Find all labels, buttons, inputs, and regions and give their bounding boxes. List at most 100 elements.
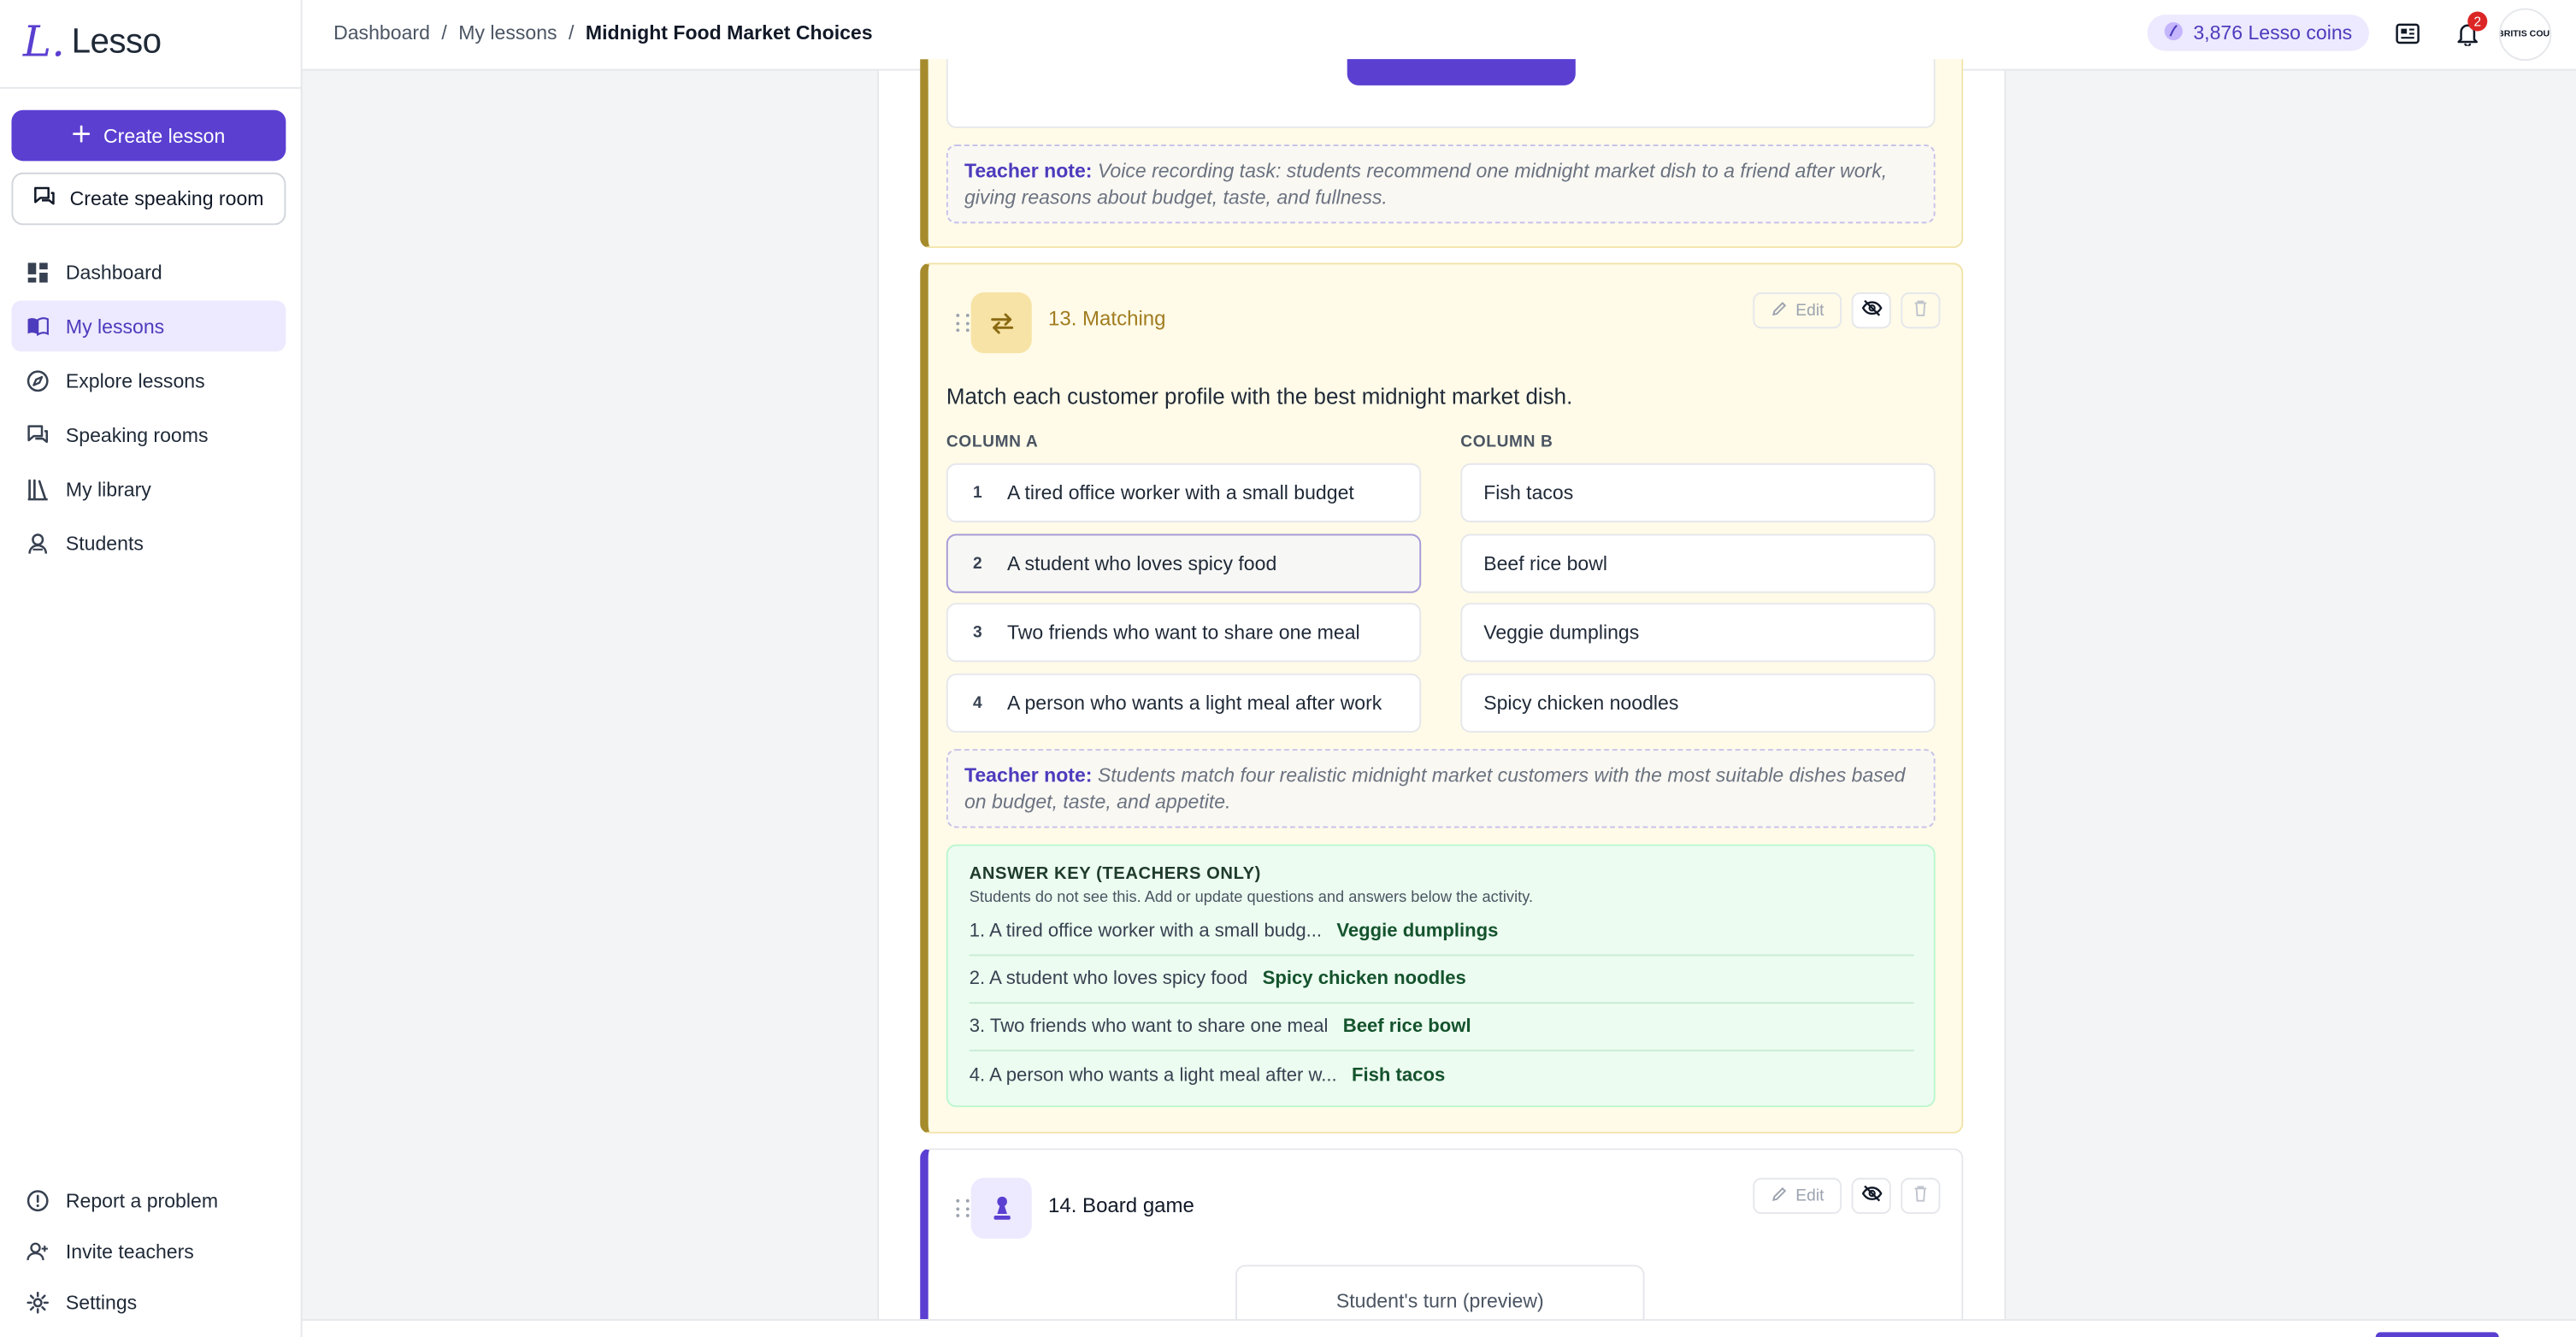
avatar-text: BRITIS COUNC: [2498, 29, 2550, 40]
item-number: 3: [973, 623, 982, 642]
teacher-note-label: Teacher note:: [964, 763, 1093, 787]
bottom-bar-button[interactable]: [2375, 1332, 2499, 1337]
coins-label: 3,876 Lesso coins: [2193, 21, 2353, 44]
answer-key-answer: Fish tacos: [1351, 1065, 1446, 1086]
item-number: 2: [973, 554, 982, 573]
hide-button[interactable]: [1852, 1177, 1892, 1215]
teacher-note: Teacher note: Students match four realis…: [946, 749, 1936, 828]
breadcrumb-my-lessons[interactable]: My lessons: [458, 21, 557, 44]
eye-off-icon: [1861, 296, 1883, 326]
activity-title: 13. Matching: [1047, 307, 1166, 331]
library-icon: [27, 477, 50, 500]
sidebar-item-settings[interactable]: Settings: [11, 1278, 286, 1326]
pencil-icon: [1771, 300, 1787, 321]
matching-type-icon: [970, 292, 1032, 354]
answer-key-question: 4. A person who wants a light meal after…: [969, 1065, 1337, 1086]
record-button[interactable]: [1347, 59, 1576, 85]
column-b-item[interactable]: Spicy chicken noodles: [1460, 673, 1936, 733]
column-b-item[interactable]: Fish tacos: [1460, 462, 1936, 523]
trash-icon: [1913, 1181, 1929, 1211]
create-lesson-button[interactable]: Create lesson: [11, 109, 286, 162]
sidebar-item-label: Report a problem: [65, 1188, 219, 1212]
sidebar-divider: [0, 86, 303, 89]
answer-key-question: 2. A student who loves spicy food: [969, 969, 1248, 989]
answer-key-panel: ANSWER KEY (TEACHERS ONLY) Students do n…: [946, 844, 1936, 1108]
edit-button[interactable]: Edit: [1753, 1177, 1842, 1215]
column-b-item[interactable]: Beef rice bowl: [1460, 533, 1936, 593]
item-text: A student who loves spicy food: [1006, 551, 1277, 575]
create-speaking-room-button[interactable]: Create speaking room: [11, 172, 286, 226]
sidebar-item-label: My lessons: [65, 314, 165, 338]
sidebar-item-label: Explore lessons: [65, 368, 205, 392]
delete-button[interactable]: [1901, 1177, 1941, 1215]
answer-key-row: 3. Two friends who want to share one mea…: [969, 1004, 1914, 1051]
column-b-item[interactable]: Veggie dumplings: [1460, 603, 1936, 663]
item-text: Two friends who want to share one meal: [1006, 621, 1360, 645]
item-text: Fish tacos: [1483, 481, 1574, 504]
pencil-icon: [1771, 1185, 1787, 1206]
breadcrumb-separator: /: [441, 21, 447, 44]
activity-prompt: Match each customer profile with the bes…: [946, 384, 1573, 409]
teacher-note: Teacher note: Voice recording task: stud…: [946, 144, 1936, 224]
edit-label: Edit: [1795, 301, 1824, 320]
logo[interactable]: L. Lesso: [23, 20, 162, 66]
sidebar-item-my-library[interactable]: My library: [11, 463, 286, 515]
column-a-header: COLUMN A: [946, 433, 1039, 452]
activity-card-matching: 13. Matching Edit Match each customer pr…: [920, 262, 1964, 1134]
trash-icon: [1913, 296, 1929, 326]
activity-card-12: Teacher note: Voice recording task: stud…: [920, 59, 1964, 249]
sidebar-item-label: Speaking rooms: [65, 422, 209, 446]
teacher-note-text: Students match four realistic midnight m…: [964, 763, 1906, 814]
activity-title: 14. Board game: [1047, 1194, 1194, 1217]
invite-icon: [27, 1240, 50, 1263]
logo-mark: L.: [22, 18, 65, 68]
hide-button[interactable]: [1852, 292, 1892, 329]
answer-key-title: ANSWER KEY (TEACHERS ONLY): [969, 863, 1261, 884]
item-number: 1: [973, 483, 982, 503]
sidebar-item-report-problem[interactable]: Report a problem: [11, 1176, 286, 1224]
column-a-item-selected[interactable]: 2 A student who loves spicy food: [946, 533, 1422, 593]
answer-key-answer: Spicy chicken noodles: [1262, 969, 1466, 989]
alert-icon: [27, 1188, 50, 1211]
avatar[interactable]: BRITIS COUNC: [2498, 8, 2552, 62]
sidebar-item-label: Invite teachers: [65, 1239, 194, 1263]
sidebar-item-label: Students: [65, 531, 144, 555]
column-a-item[interactable]: 4 A person who wants a light meal after …: [946, 673, 1422, 733]
dashboard-icon: [27, 261, 50, 284]
newspaper-icon[interactable]: [2392, 18, 2422, 48]
breadcrumb: Dashboard / My lessons / Midnight Food M…: [333, 21, 872, 44]
answer-key-question: 1. A tired office worker with a small bu…: [969, 922, 1323, 942]
eye-off-icon: [1861, 1181, 1883, 1211]
preview-label: Student's turn (preview): [1335, 1289, 1544, 1313]
teacher-note-text: Voice recording task: students recommend…: [964, 159, 1888, 209]
notification-count-badge: 2: [2467, 11, 2488, 32]
sidebar-item-explore-lessons[interactable]: Explore lessons: [11, 355, 286, 406]
coins-badge[interactable]: 3,876 Lesso coins: [2147, 15, 2369, 51]
answer-key-row: 2. A student who loves spicy food Spicy …: [969, 956, 1914, 1004]
edit-button[interactable]: Edit: [1753, 292, 1842, 329]
activity-card-board-game: 14. Board game Edit Student's turn (prev: [920, 1148, 1964, 1337]
column-a-item[interactable]: 1 A tired office worker with a small bud…: [946, 462, 1422, 523]
speaking-room-icon: [33, 186, 56, 212]
answer-key-row: 4. A person who wants a light meal after…: [970, 1051, 1914, 1099]
sidebar-item-invite-teachers[interactable]: Invite teachers: [11, 1227, 286, 1275]
item-text: A tired office worker with a small budge…: [1006, 481, 1354, 504]
breadcrumb-dashboard[interactable]: Dashboard: [333, 21, 430, 44]
sidebar-item-students[interactable]: Students: [11, 517, 286, 568]
board-game-type-icon: [970, 1177, 1032, 1239]
sidebar-item-my-lessons[interactable]: My lessons: [11, 300, 286, 352]
sidebar-item-dashboard[interactable]: Dashboard: [11, 246, 286, 297]
delete-button[interactable]: [1901, 292, 1941, 329]
answer-key-question: 3. Two friends who want to share one mea…: [969, 1016, 1329, 1037]
sidebar-item-speaking-rooms[interactable]: Speaking rooms: [11, 409, 286, 460]
plus-icon: [72, 124, 91, 147]
column-a-item[interactable]: 3 Two friends who want to share one meal: [946, 603, 1422, 663]
answer-key-answer: Beef rice bowl: [1342, 1016, 1471, 1037]
sidebar-item-label: Settings: [65, 1290, 138, 1314]
sidebar-bottom-nav: Report a problem Invite teachers Setting…: [11, 1176, 286, 1329]
breadcrumb-current: Midnight Food Market Choices: [585, 21, 873, 44]
logo-text: Lesso: [71, 22, 162, 62]
chat-icon: [27, 423, 50, 446]
answer-key-row: 1. A tired office worker with a small bu…: [969, 909, 1914, 957]
compass-icon: [27, 368, 50, 392]
